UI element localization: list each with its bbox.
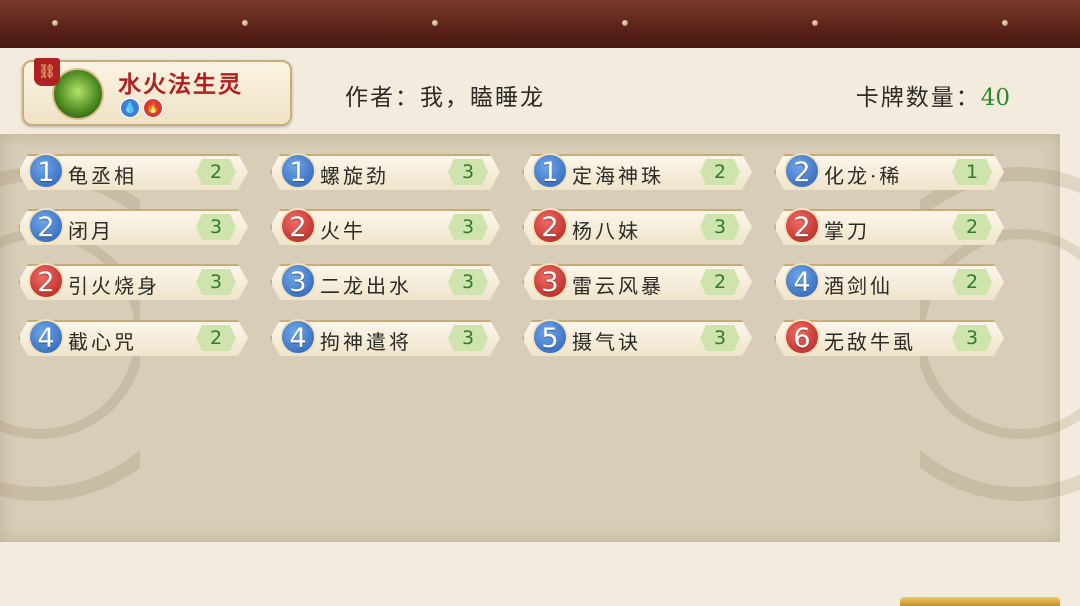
card-item[interactable]: 2 杨八妹 3 — [522, 208, 752, 245]
card-item[interactable]: 6 无敌牛虱 3 — [774, 319, 1004, 356]
card-name: 截心咒 — [68, 330, 137, 354]
card-cost-badge: 2 — [532, 208, 568, 244]
card-name: 杨八妹 — [572, 219, 641, 243]
card-quantity: 2 — [700, 269, 740, 295]
card-cost-badge: 2 — [784, 208, 820, 244]
card-item[interactable]: 4 截心咒 2 — [18, 319, 248, 356]
card-cost-badge: 2 — [28, 263, 64, 299]
card-quantity: 2 — [196, 325, 236, 351]
card-quantity: 3 — [448, 159, 488, 185]
card-item[interactable]: 2 化龙·稀 1 — [774, 153, 1004, 190]
card-item[interactable]: 2 引火烧身 3 — [18, 263, 248, 300]
card-item[interactable]: 5 摄气诀 3 — [522, 319, 752, 356]
card-cost-badge: 1 — [532, 153, 568, 189]
card-cost-badge: 4 — [784, 263, 820, 299]
card-item[interactable]: 1 定海神珠 2 — [522, 153, 752, 190]
card-item[interactable]: 2 掌刀 2 — [774, 208, 1004, 245]
card-name: 化龙·稀 — [824, 164, 903, 188]
card-name: 龟丞相 — [68, 164, 137, 188]
card-quantity: 3 — [448, 269, 488, 295]
card-quantity: 2 — [700, 159, 740, 185]
card-quantity: 1 — [952, 159, 992, 185]
rivet-icon — [432, 20, 438, 26]
author-line: 作者：我，瞌睡龙 — [345, 78, 545, 112]
rivet-icon — [52, 20, 58, 26]
card-quantity: 2 — [952, 214, 992, 240]
card-cost-badge: 2 — [784, 153, 820, 189]
card-name: 拘神遣将 — [320, 330, 412, 354]
card-quantity: 3 — [952, 325, 992, 351]
card-name: 闭月 — [68, 219, 114, 243]
card-count-label: 卡牌数量： — [855, 85, 981, 111]
card-item[interactable]: 3 二龙出水 3 — [270, 263, 500, 300]
card-name: 二龙出水 — [320, 274, 412, 298]
card-item[interactable]: 4 拘神遣将 3 — [270, 319, 500, 356]
card-cost-badge: 4 — [280, 319, 316, 355]
card-quantity: 3 — [448, 325, 488, 351]
deck-header[interactable]: ⛓ 水火法生灵 💧 🔥 — [22, 58, 292, 126]
author-label: 作者： — [345, 85, 420, 111]
rivet-icon — [1002, 20, 1008, 26]
card-cost-badge: 1 — [280, 153, 316, 189]
bottom-right-button[interactable] — [900, 597, 1060, 606]
deck-name: 水火法生灵 — [118, 71, 243, 98]
card-name: 摄气诀 — [572, 330, 641, 354]
card-item[interactable]: 1 龟丞相 2 — [18, 153, 248, 190]
rivet-icon — [622, 20, 628, 26]
card-name: 掌刀 — [824, 219, 870, 243]
rivet-icon — [812, 20, 818, 26]
card-cost-badge: 5 — [532, 319, 568, 355]
author-name: 我，瞌睡龙 — [420, 85, 545, 111]
card-quantity: 2 — [952, 269, 992, 295]
card-item[interactable]: 3 雷云风暴 2 — [522, 263, 752, 300]
card-quantity: 2 — [196, 159, 236, 185]
card-quantity: 3 — [196, 269, 236, 295]
card-name: 定海神珠 — [572, 164, 664, 188]
card-name: 引火烧身 — [68, 274, 160, 298]
card-quantity: 3 — [448, 214, 488, 240]
card-cost-badge: 2 — [28, 208, 64, 244]
card-count: 卡牌数量：40 — [856, 78, 1010, 112]
card-item[interactable]: 1 螺旋劲 3 — [270, 153, 500, 190]
card-cost-badge: 2 — [280, 208, 316, 244]
card-cost-badge: 6 — [784, 319, 820, 355]
card-item[interactable]: 2 火牛 3 — [270, 208, 500, 245]
card-name: 酒剑仙 — [824, 274, 893, 298]
top-wood-bar — [0, 0, 1080, 51]
card-item[interactable]: 4 酒剑仙 2 — [774, 263, 1004, 300]
card-quantity: 3 — [196, 214, 236, 240]
card-cost-badge: 3 — [280, 263, 316, 299]
card-item[interactable]: 2 闭月 3 — [18, 208, 248, 245]
card-quantity: 3 — [700, 325, 740, 351]
card-name: 火牛 — [320, 219, 366, 243]
card-cost-badge: 3 — [532, 263, 568, 299]
fire-element-icon: 🔥 — [143, 98, 163, 118]
card-cost-badge: 1 — [28, 153, 64, 189]
card-name: 雷云风暴 — [572, 274, 664, 298]
card-cost-badge: 4 — [28, 319, 64, 355]
card-quantity: 3 — [700, 214, 740, 240]
card-name: 无敌牛虱 — [824, 330, 916, 354]
link-icon[interactable]: ⛓ — [34, 58, 60, 86]
card-count-value: 40 — [980, 85, 1010, 111]
rivet-icon — [242, 20, 248, 26]
card-name: 螺旋劲 — [320, 164, 389, 188]
water-element-icon: 💧 — [120, 98, 140, 118]
